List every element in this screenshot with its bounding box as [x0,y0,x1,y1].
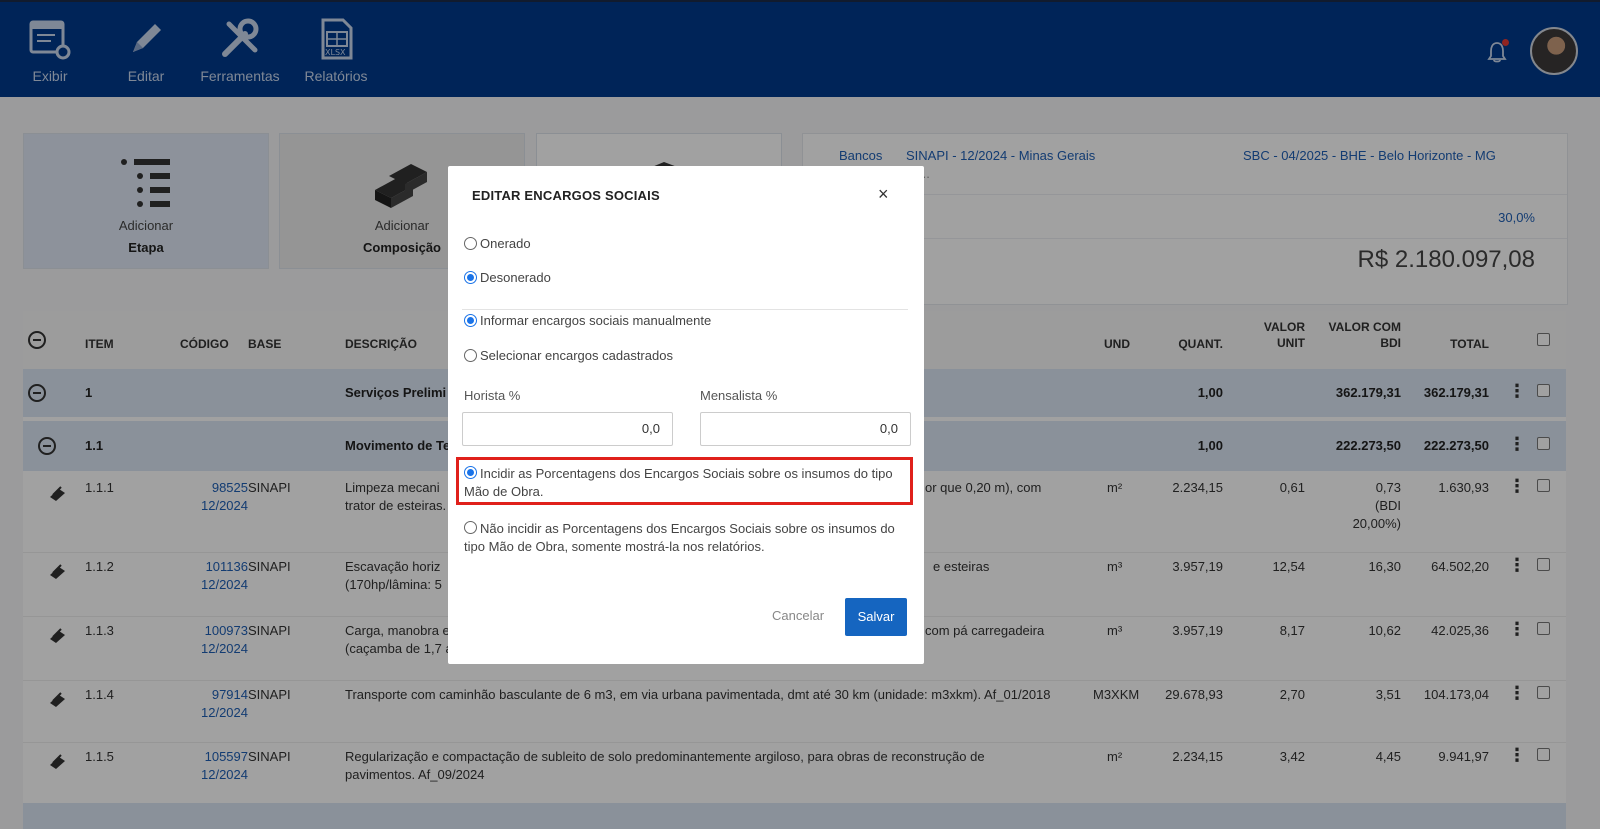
radio-incidir[interactable] [464,466,477,479]
option-cadastrados-label: Selecionar encargos cadastrados [480,348,673,363]
option-manual-label: Informar encargos sociais manualmente [480,313,712,328]
option-incidir-line1: Incidir as Porcentagens dos Encargos Soc… [480,466,893,481]
edit-social-charges-dialog: EDITAR ENCARGOS SOCIAIS × Onerado Desone… [448,166,924,664]
option-nao-line1: Não incidir as Porcentagens dos Encargos… [480,521,895,536]
radio-cadastrados[interactable] [464,349,477,362]
cancel-button[interactable]: Cancelar [772,608,824,623]
option-incidir-line2: Mão de Obra. [464,484,544,499]
radio-onerado[interactable] [464,237,477,250]
option-nao-incidir-label: Não incidir as Porcentagens dos Encargos… [464,520,895,556]
dialog-divider [462,309,908,310]
mensalista-input[interactable]: 0,0 [700,412,911,446]
option-nao-line2: tipo Mão de Obra, somente mostrá-la nos … [464,539,765,554]
radio-manual[interactable] [464,314,477,327]
save-button[interactable]: Salvar [845,598,907,636]
option-incidir-label: Incidir as Porcentagens dos Encargos Soc… [464,465,893,501]
option-manual[interactable]: Informar encargos sociais manualmente [464,313,711,328]
close-icon[interactable]: × [878,184,889,205]
option-desonerado-label: Desonerado [480,270,551,285]
option-onerado-label: Onerado [480,236,531,251]
option-desonerado[interactable]: Desonerado [464,270,551,285]
option-cadastrados[interactable]: Selecionar encargos cadastrados [464,348,673,363]
mensalista-label: Mensalista % [700,388,778,403]
option-nao-incidir[interactable]: Não incidir as Porcentagens dos Encargos… [464,520,895,556]
radio-desonerado[interactable] [464,271,477,284]
horista-input[interactable]: 0,0 [462,412,673,446]
option-incidir[interactable]: Incidir as Porcentagens dos Encargos Soc… [464,465,893,501]
radio-nao-incidir[interactable] [464,521,477,534]
dialog-title: EDITAR ENCARGOS SOCIAIS [472,188,660,203]
option-onerado[interactable]: Onerado [464,236,531,251]
horista-label: Horista % [464,388,521,403]
